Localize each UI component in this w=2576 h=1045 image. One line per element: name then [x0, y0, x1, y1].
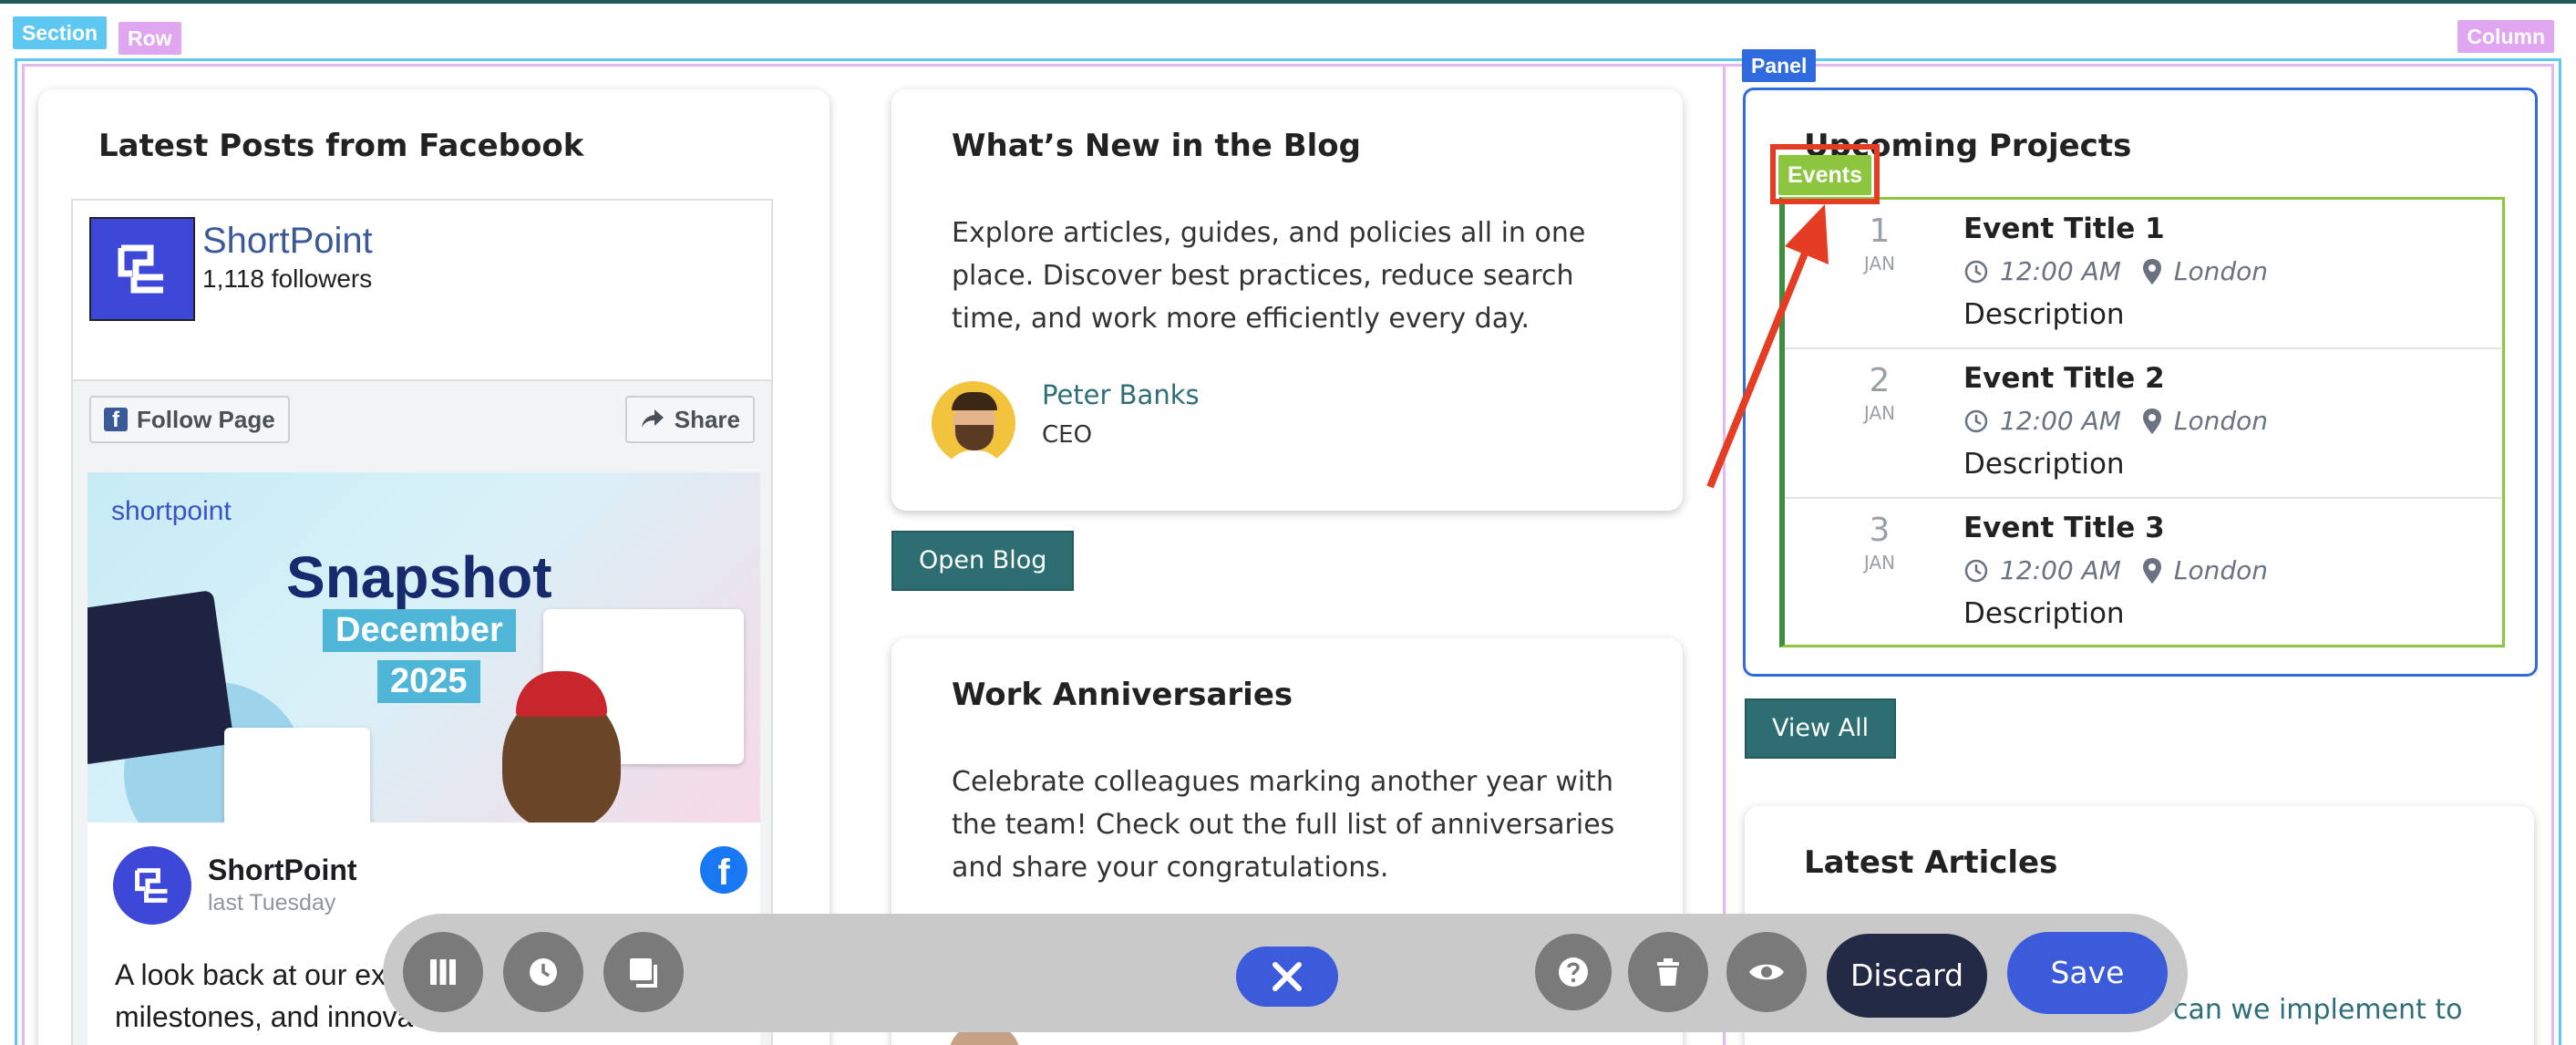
- columns-button[interactable]: [403, 932, 483, 1012]
- articles-snippet[interactable]: can we implement to: [2173, 994, 2462, 1026]
- columns-icon: [430, 959, 456, 985]
- close-editor-button[interactable]: [1236, 947, 1338, 1007]
- preview-button[interactable]: [1726, 932, 1807, 1012]
- help-button[interactable]: [1535, 934, 1612, 1010]
- close-icon: [1273, 962, 1302, 991]
- history-button[interactable]: [503, 932, 583, 1012]
- help-icon: [1559, 957, 1588, 987]
- view-all-button[interactable]: View All: [1745, 698, 1897, 759]
- discard-button[interactable]: Discard: [1827, 934, 1987, 1018]
- layers-icon: [630, 958, 657, 988]
- layers-button[interactable]: [603, 932, 684, 1012]
- save-button[interactable]: Save: [2007, 932, 2168, 1014]
- preview-icon: [1749, 964, 1784, 980]
- history-icon: [530, 958, 557, 986]
- delete-button[interactable]: [1628, 932, 1708, 1012]
- articles-card-title: Latest Articles: [1804, 844, 2058, 881]
- trash-icon: [1657, 958, 1679, 986]
